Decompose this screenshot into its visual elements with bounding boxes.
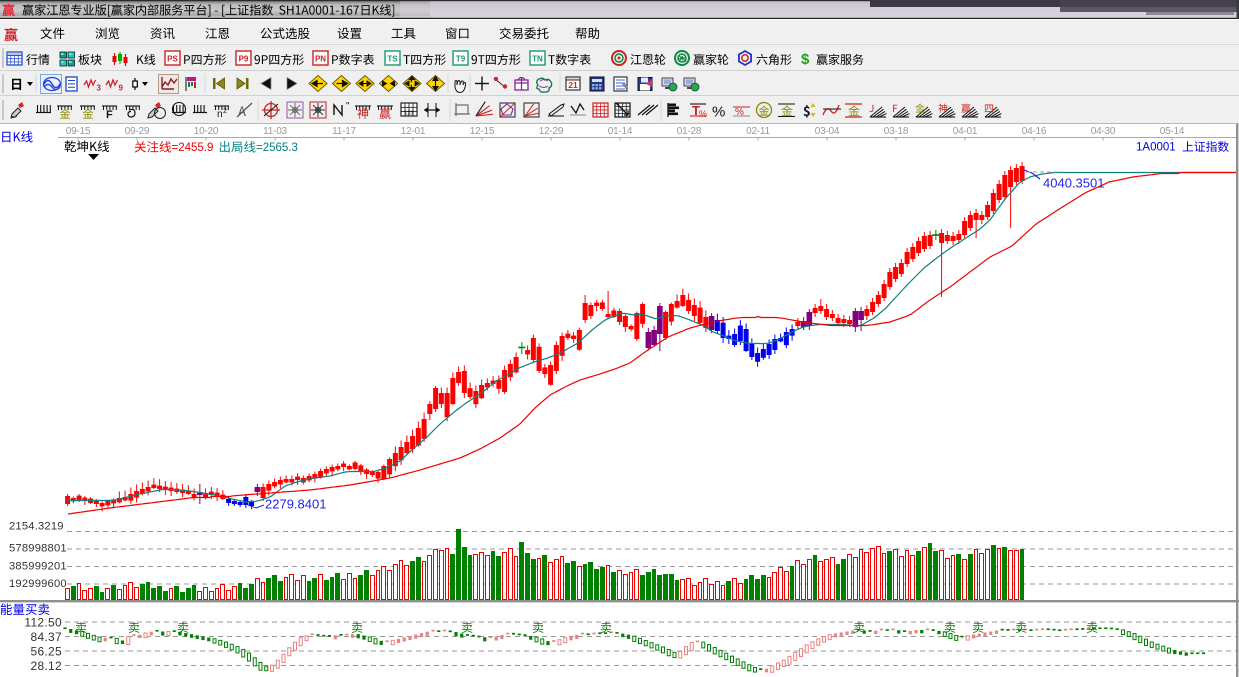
svg-text:21: 21 — [568, 80, 578, 90]
svg-text:P9: P9 — [239, 55, 249, 64]
svg-text:F: F — [106, 109, 113, 121]
svg-text:=2455.9: =2455.9 — [172, 142, 214, 154]
svg-text:03-18: 03-18 — [884, 126, 909, 137]
svg-text:2154.3219: 2154.3219 — [9, 521, 64, 533]
svg-text:1A0001: 1A0001 — [1136, 142, 1176, 154]
svg-text:192999600: 192999600 — [9, 578, 67, 590]
svg-text:11-17: 11-17 — [332, 126, 356, 137]
svg-text:01-14: 01-14 — [608, 126, 633, 137]
svg-text:TS: TS — [387, 55, 398, 64]
svg-text:Big: Big — [677, 57, 687, 63]
svg-text:578998801: 578998801 — [9, 543, 67, 555]
svg-text:56.25: 56.25 — [30, 645, 62, 659]
svg-text:T9: T9 — [456, 55, 466, 64]
svg-text:=2565.3: =2565.3 — [256, 142, 298, 154]
svg-text:12-15: 12-15 — [470, 126, 495, 137]
svg-text:28.12: 28.12 — [30, 659, 62, 673]
svg-text:84.37: 84.37 — [30, 630, 62, 644]
svg-text:04-30: 04-30 — [1091, 126, 1116, 137]
svg-text:TN: TN — [532, 55, 543, 64]
svg-text:3: 3 — [97, 84, 102, 93]
svg-text:2: 2 — [223, 108, 227, 115]
svg-text:%: % — [712, 104, 725, 121]
svg-text:123: 123 — [404, 111, 413, 117]
svg-text:$: $ — [801, 51, 810, 68]
svg-text:02-11: 02-11 — [746, 126, 770, 137]
svg-text:n: n — [217, 109, 223, 120]
svg-text:2279.8401: 2279.8401 — [265, 497, 326, 512]
svg-text:%: % — [699, 109, 707, 119]
svg-text:12-01: 12-01 — [401, 126, 426, 137]
svg-text:09-29: 09-29 — [125, 126, 150, 137]
svg-text:PN: PN — [315, 55, 326, 64]
svg-text:10-20: 10-20 — [194, 126, 219, 137]
svg-text:9: 9 — [119, 84, 124, 93]
svg-text:PS: PS — [167, 55, 178, 64]
svg-text:05-14: 05-14 — [1160, 126, 1185, 137]
svg-text:09-15: 09-15 — [66, 126, 91, 137]
svg-text:112.50: 112.50 — [24, 616, 62, 630]
svg-text:04-01: 04-01 — [953, 126, 978, 137]
svg-text:385999201: 385999201 — [9, 561, 67, 573]
svg-text:": " — [346, 101, 350, 112]
svg-text:01-28: 01-28 — [677, 126, 702, 137]
svg-text:03-04: 03-04 — [815, 126, 840, 137]
svg-text:11-03: 11-03 — [263, 126, 287, 137]
svg-text:04-16: 04-16 — [1022, 126, 1047, 137]
svg-text:12-29: 12-29 — [539, 126, 564, 137]
